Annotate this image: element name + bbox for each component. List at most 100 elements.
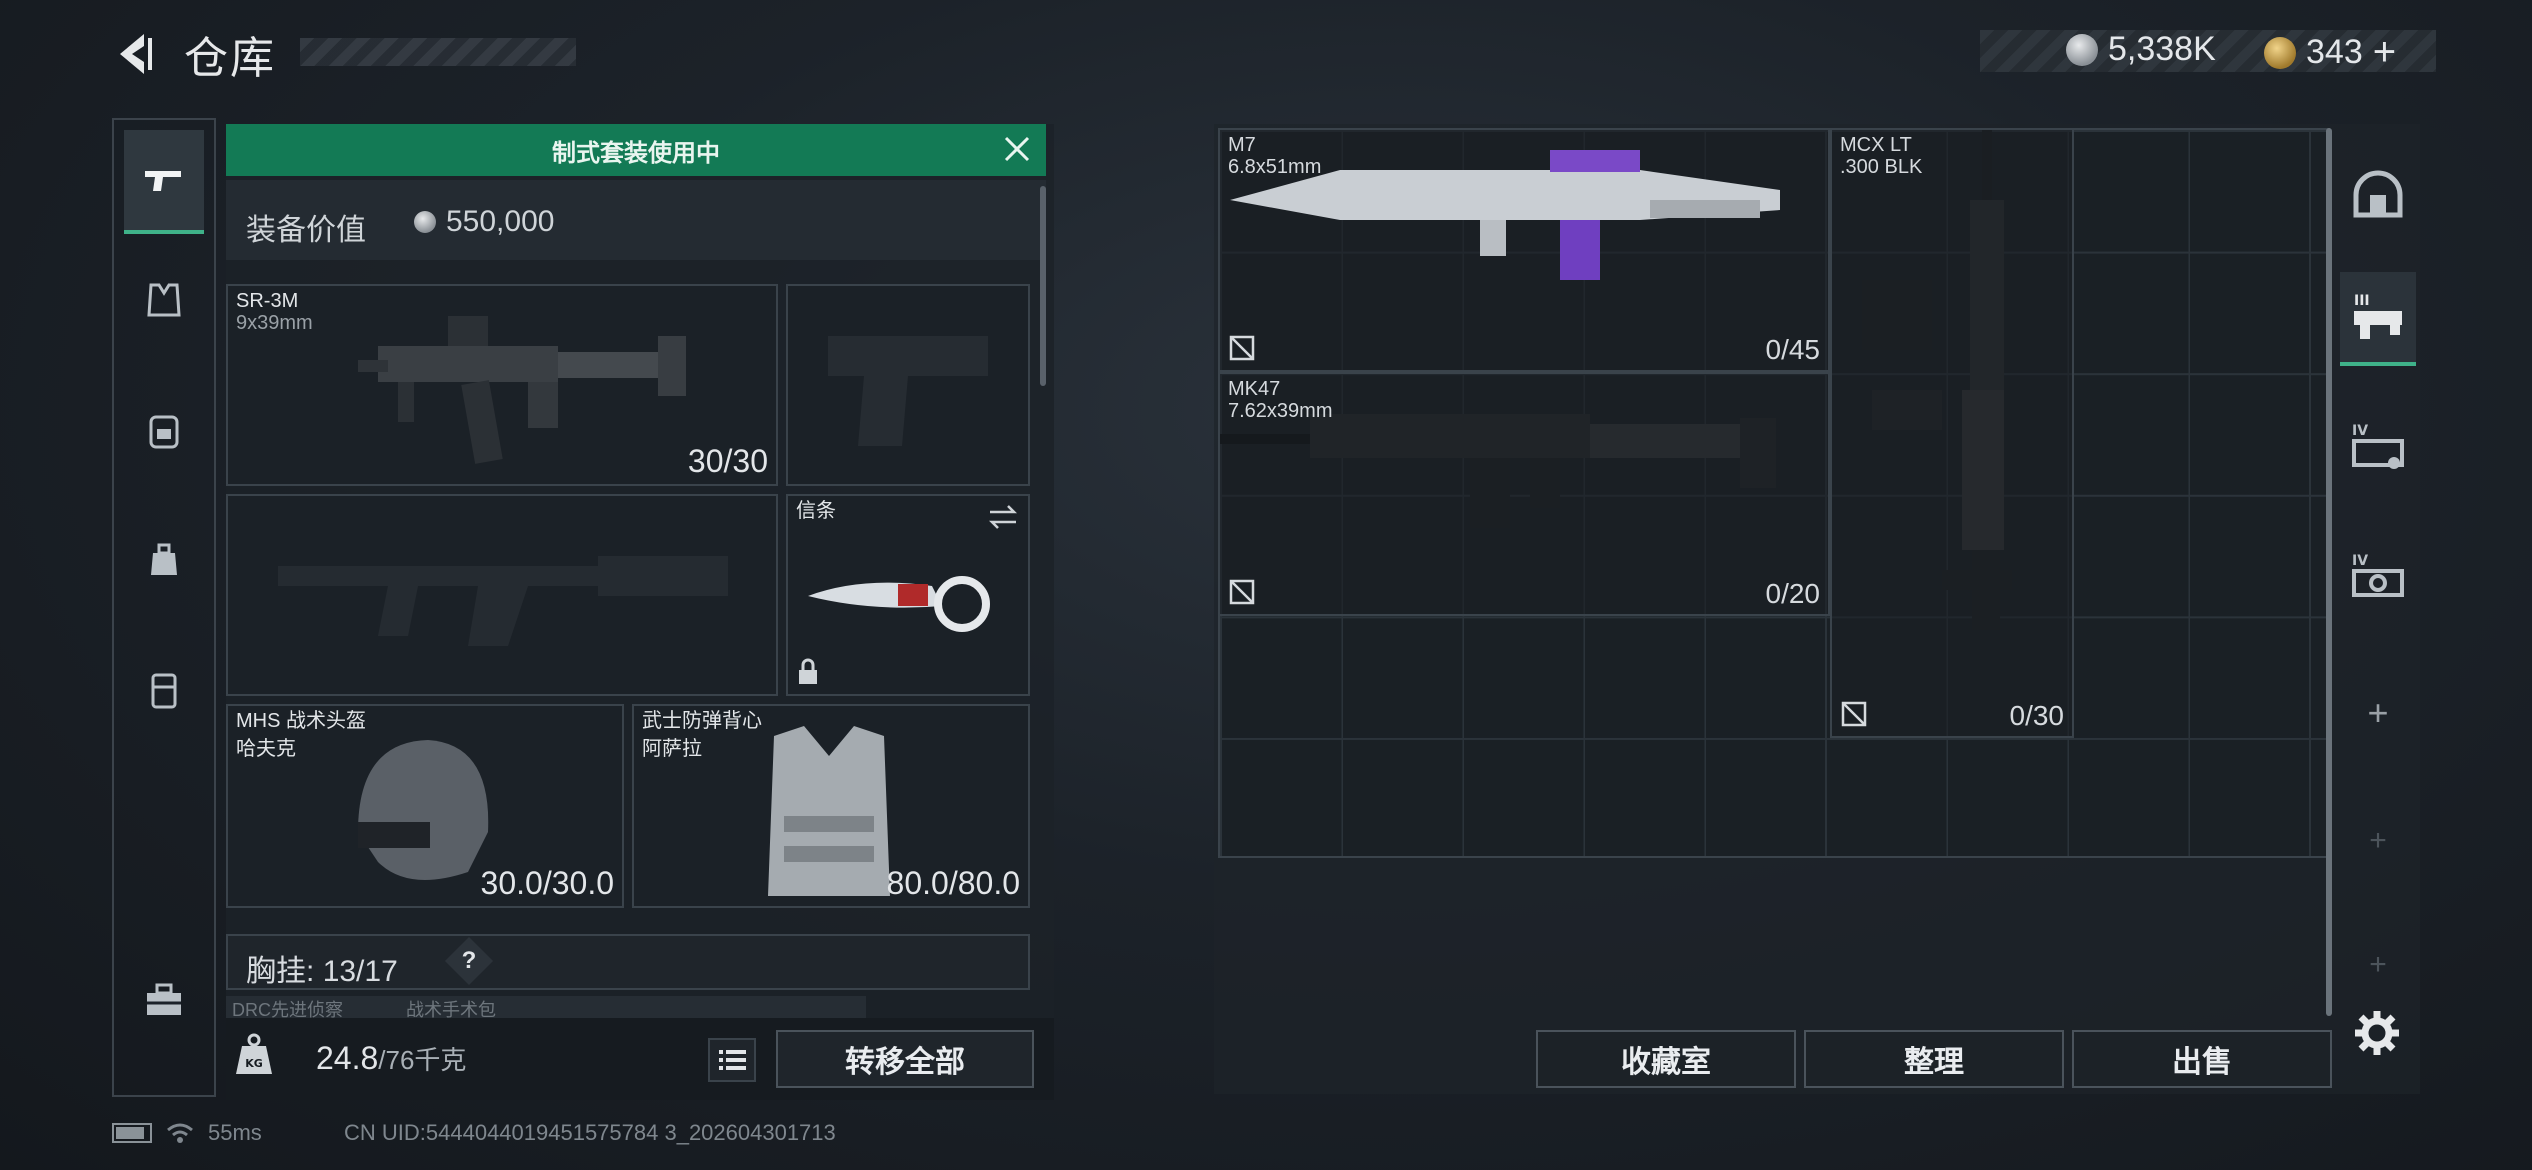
armor-faction: 阿萨拉 <box>642 738 702 760</box>
lock-icon <box>799 658 817 684</box>
stash-tab-weapons[interactable]: III <box>2340 272 2416 366</box>
helmet-durability: 30.0/30.0 <box>480 865 614 901</box>
back-arrow-icon <box>120 34 152 74</box>
preset-banner: 制式套装使用中 <box>226 124 1046 176</box>
transfer-all-button[interactable]: 转移全部 <box>776 1030 1034 1088</box>
backpack-icon <box>149 415 179 449</box>
helmet-icon <box>358 740 489 880</box>
gear-icon[interactable] <box>2352 1008 2402 1058</box>
silver-coin-icon <box>2066 33 2098 66</box>
stash-tab-3[interactable]: IV <box>2340 402 2416 492</box>
gold-amount: 343 <box>2306 33 2363 71</box>
weight-max: /76千克 <box>378 1045 467 1075</box>
weight-readout: 24.8/76千克 <box>316 1040 466 1077</box>
weight-current: 24.8 <box>316 1040 379 1076</box>
sub-slot-3[interactable] <box>650 996 866 1018</box>
slot-melee[interactable]: 信条 <box>786 494 1030 696</box>
nav-armor[interactable] <box>124 250 204 350</box>
item-ammo: 0/20 <box>1765 578 1821 609</box>
page-title: 仓库 <box>184 34 276 83</box>
equip-value-amount: 550,000 <box>446 205 555 238</box>
user-id: CN UID:5444044019451575784 3_20260430171… <box>344 1120 836 1145</box>
add-currency-button[interactable]: + <box>2373 30 2396 75</box>
equipment-nav <box>112 118 216 1097</box>
sub-slot-2[interactable]: 战术手术包 <box>400 996 650 1018</box>
slot-helmet[interactable]: MHS 战术头盔 哈夫克 30.0/30.0 <box>226 704 624 908</box>
slot-secondary-weapon[interactable] <box>226 494 778 696</box>
sub-slot-1[interactable]: DRC先进侦察 <box>226 996 400 1018</box>
stash-tab-1[interactable] <box>2340 150 2416 240</box>
melee-name: 信条 <box>796 500 836 522</box>
item-name: MK47 <box>1228 378 1281 400</box>
armor-name: 武士防弹背心 <box>642 710 762 732</box>
preset-banner-text: 制式套装使用中 <box>552 139 720 167</box>
rifle-icon <box>1230 150 1780 280</box>
title-decoration <box>300 38 576 66</box>
nav-pouch[interactable] <box>124 510 204 610</box>
item-caliber: 7.62x39mm <box>1228 400 1333 422</box>
ping: 55ms <box>208 1120 262 1145</box>
help-button[interactable]: ? <box>444 936 494 986</box>
item-ammo: 0/45 <box>1765 334 1821 365</box>
slot-sidearm[interactable] <box>786 284 1030 486</box>
sort-button[interactable]: 整理 <box>1804 1030 2064 1088</box>
svg-text:III: III <box>2354 293 2370 309</box>
stash-item-mk47[interactable]: MK47 7.62x39mm 0/20 <box>1218 372 1830 616</box>
toolbox-icon <box>147 983 181 1015</box>
stash-tab-4[interactable]: IV <box>2340 532 2416 622</box>
helmet-name: MHS 战术头盔 <box>236 710 366 732</box>
armor-vest-icon <box>768 726 890 896</box>
chest-rig-row[interactable]: 胸挂: 13/17 ? <box>226 934 1030 990</box>
weight-icon: KG <box>236 1033 272 1074</box>
chest-rig-title: 胸挂: <box>246 955 315 988</box>
item-ammo: 0/30 <box>2009 700 2065 731</box>
svg-text:IV: IV <box>2352 423 2368 439</box>
sell-button[interactable]: 出售 <box>2072 1030 2332 1088</box>
stash-scrollbar[interactable] <box>2326 128 2332 1016</box>
item-caliber: 6.8x51mm <box>1228 156 1322 178</box>
status-bar: 55ms <box>112 1120 262 1146</box>
equip-value: 550,000 <box>414 205 554 239</box>
back-button[interactable] <box>108 28 160 80</box>
helmet-faction: 哈夫克 <box>236 738 296 760</box>
item-name: M7 <box>1228 134 1256 156</box>
slot-armor[interactable]: 武士防弹背心 阿萨拉 80.0/80.0 <box>632 704 1030 908</box>
nav-container[interactable] <box>124 640 204 740</box>
gold-currency[interactable]: 343 + <box>2264 30 2396 75</box>
rifle-icon <box>1220 414 1776 528</box>
slot-primary-weapon[interactable]: SR-3M 9x39mm 30/30 <box>226 284 778 486</box>
weapon-caliber: 9x39mm <box>236 312 313 334</box>
armor-stash-icon: IV <box>2352 423 2404 469</box>
wifi-icon <box>167 1123 193 1143</box>
svg-text:IV: IV <box>2352 553 2368 569</box>
add-stash-tab-locked: + <box>2369 948 2387 981</box>
rifle-icon <box>1862 130 2012 630</box>
list-icon <box>719 1050 746 1070</box>
nav-weapons[interactable] <box>124 130 204 234</box>
no-attachment-icon <box>1841 701 1867 727</box>
helmet-stash-icon: IV <box>2352 553 2404 597</box>
pouch-icon <box>151 543 177 575</box>
list-view-button[interactable] <box>708 1038 756 1082</box>
pistol-silhouette-icon <box>828 336 988 446</box>
nav-backpack[interactable] <box>124 380 204 480</box>
stash-item-mcx-lt[interactable]: MCX LT .300 BLK 0/30 <box>1830 128 2074 738</box>
swap-icon[interactable] <box>986 504 1020 530</box>
svg-text:KG: KG <box>245 1057 263 1070</box>
armor-durability: 80.0/80.0 <box>886 865 1020 901</box>
loadout-scrollbar[interactable] <box>1040 186 1046 386</box>
gold-coin-icon <box>2264 36 2296 69</box>
house-icon <box>2353 170 2403 218</box>
close-icon[interactable] <box>1002 134 1032 164</box>
weapon-name: SR-3M <box>236 290 299 312</box>
knife-icon <box>808 576 990 632</box>
add-stash-tab[interactable]: + <box>2340 668 2416 758</box>
nav-toolbox[interactable] <box>124 950 204 1050</box>
help-icon: ? <box>461 947 477 974</box>
rifle-silhouette-icon <box>278 556 728 646</box>
no-attachment-icon <box>1229 335 1255 361</box>
stash-item-m7[interactable]: M7 6.8x51mm 0/45 <box>1218 128 1830 372</box>
equip-value-label: 装备价值 <box>246 214 366 247</box>
collection-button[interactable]: 收藏室 <box>1536 1030 1796 1088</box>
vest-icon <box>147 283 181 317</box>
